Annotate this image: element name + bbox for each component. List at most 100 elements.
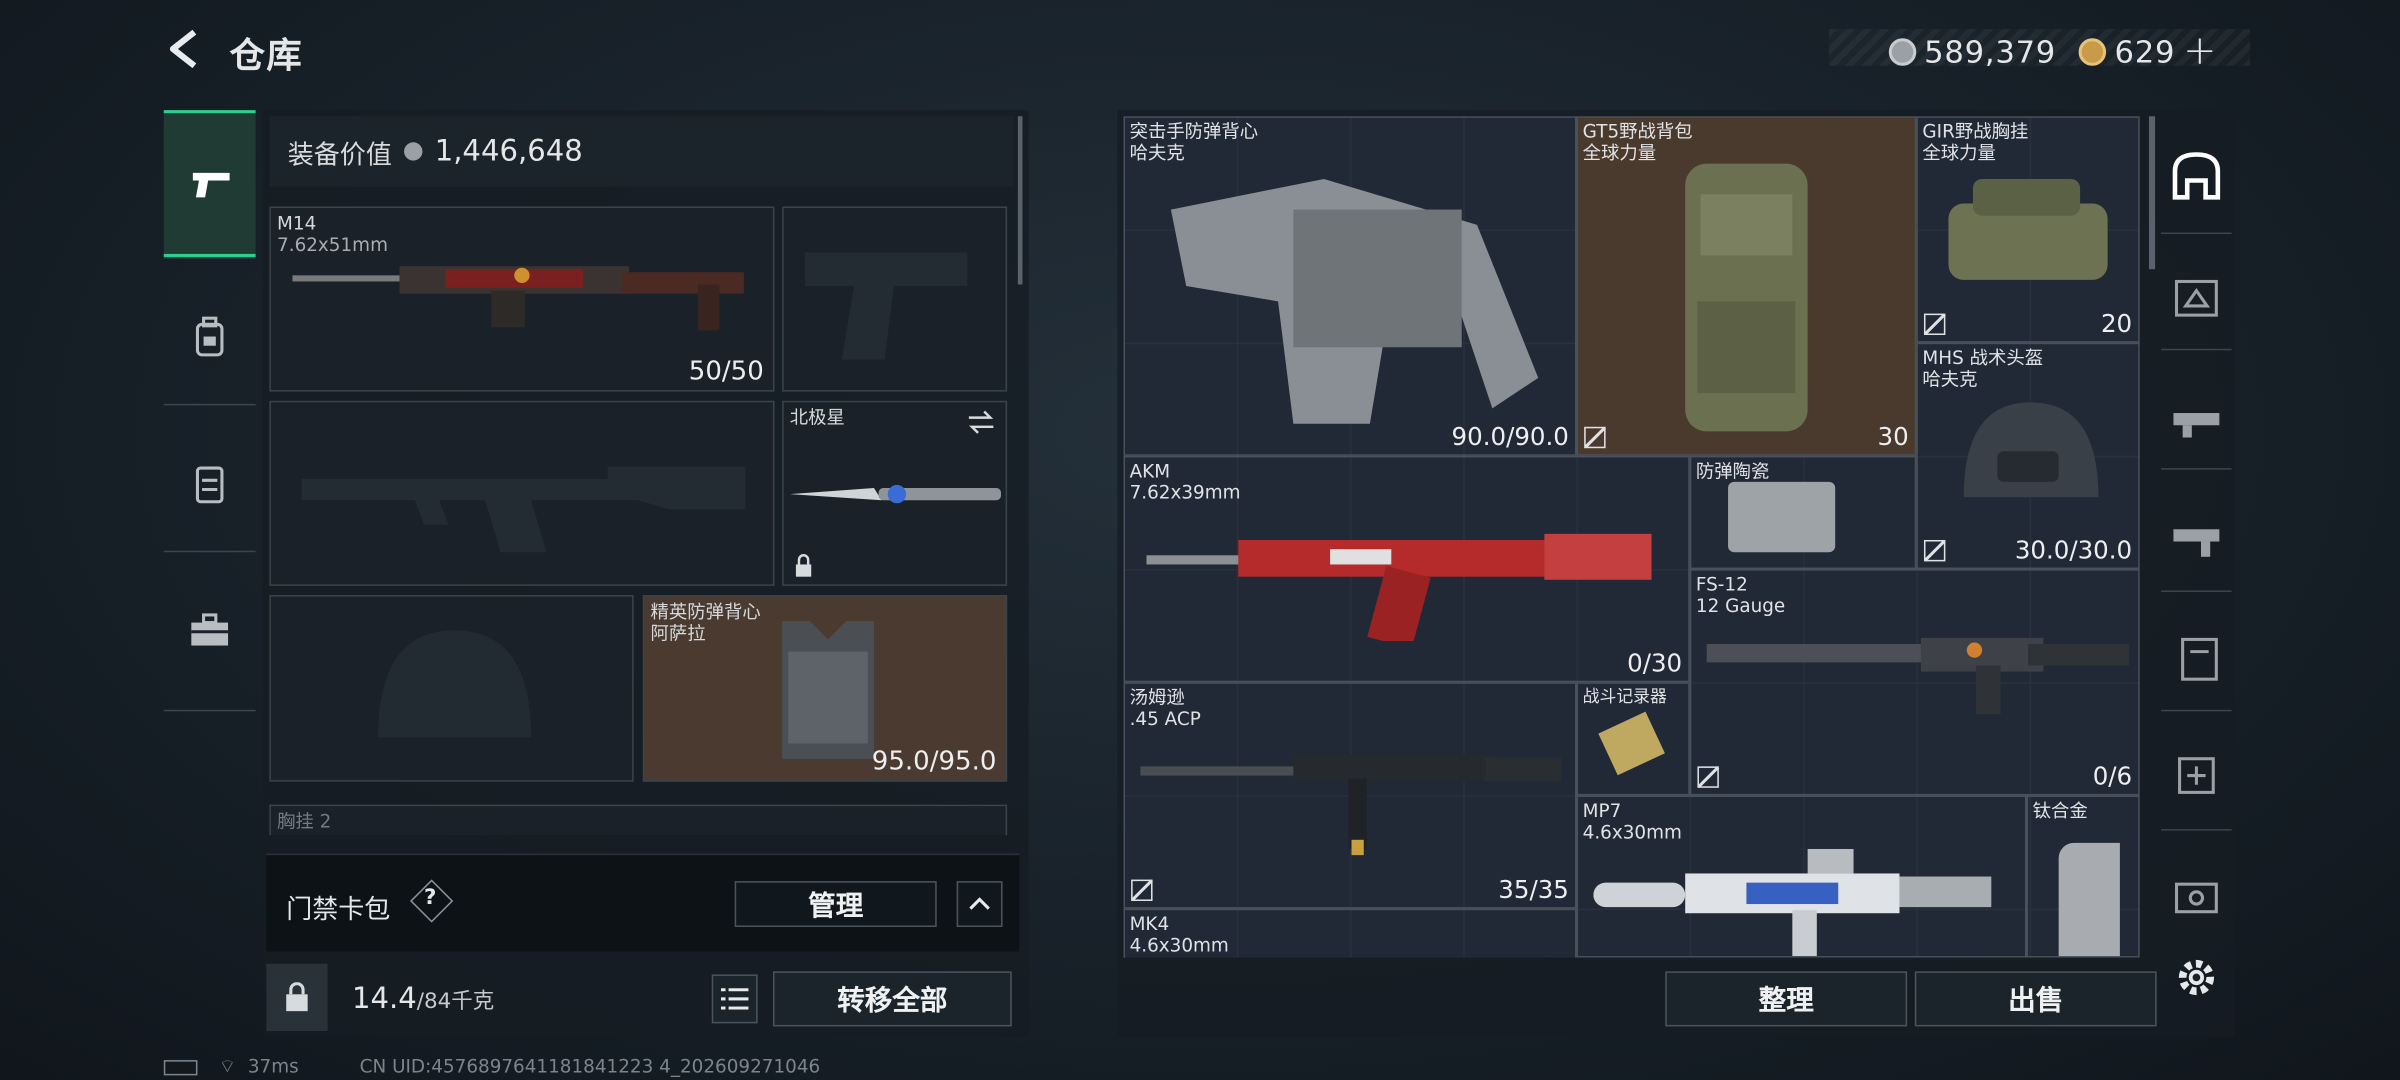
sell-button[interactable]: 出售 [1914,971,2157,1027]
item-count: 0/30 [1627,648,1683,678]
item-name: MP7 [1582,800,1622,822]
expand-button[interactable] [956,881,1003,927]
helmet-silhouette-icon [378,630,532,738]
stash-item[interactable]: GT5野战背包 全球力量 30 [1576,116,1917,456]
item-name: 钛合金 [2032,800,2088,822]
stash-item[interactable]: GIR野战胸挂 全球力量 20 [1916,116,2140,343]
tab-vest[interactable] [164,410,256,557]
tab-backpack[interactable] [164,263,256,410]
tab-case[interactable] [164,557,256,704]
weight-max: /84千克 [416,989,495,1015]
no-insure-icon [1584,426,1606,449]
primary-weapon-slot[interactable]: M14 7.62x51mm 50/50 [269,206,775,392]
chest-rig-slot[interactable]: 胸挂 2 [269,804,1008,836]
item-brand: .45 ACP [1129,708,1201,730]
item-count: 20 [2100,308,2133,339]
thompson-smg-image [1140,754,1562,856]
back-arrow-icon[interactable] [161,24,210,73]
sort-button[interactable]: 整理 [1665,971,1908,1027]
gold-amount: 629 [2114,33,2176,71]
equip-value: 1,446,648 [434,134,583,169]
stash-page-7-icon[interactable] [2170,869,2222,921]
sidearm-slot[interactable] [782,206,1008,392]
swap-icon[interactable] [966,408,997,436]
weapon-name: M14 [277,212,317,235]
item-name: 汤姆逊 [1129,686,1185,709]
equipment-value-bar: 装备价值 1,446,648 [269,116,1014,187]
stash-item[interactable]: 战斗记录器 [1576,682,1690,796]
ceramic-plate-image [1728,481,1836,553]
stash-item[interactable]: MHS 战术头盔 哈夫克 30.0/30.0 [1916,342,2140,570]
stash-item[interactable]: 钛合金 [2026,795,2140,958]
item-count: 90.0/90.0 [1451,422,1569,452]
keycard-pack-label: 门禁卡包 [286,894,391,926]
list-view-button[interactable] [711,974,758,1024]
stash-item[interactable]: 汤姆逊 .45 ACP 35/35 [1123,682,1577,909]
helmet-slot[interactable] [269,595,634,782]
akm-rifle-image [1146,533,1652,641]
no-insure-icon [1131,879,1153,901]
item-name: AKM [1129,460,1171,482]
transfer-all-button[interactable]: 转移全部 [772,971,1012,1027]
stash-item[interactable]: MP7 4.6x30mm [1576,795,2027,958]
rifle-silhouette-icon [301,466,746,553]
item-name: 防弹陶瓷 [1695,460,1770,482]
pistol-silhouette-icon [805,252,968,360]
item-brand: 全球力量 [1922,142,1996,164]
melee-slot[interactable]: 北极星 [782,400,1008,586]
titanium-plate-image [2058,842,2120,957]
manage-button[interactable]: 管理 [734,881,937,927]
stash-item[interactable]: 防弹陶瓷 [1689,455,1917,570]
stash-item[interactable]: FS-12 12 Gauge 0/6 [1689,569,2140,796]
item-count: 35/35 [1498,874,1569,905]
stash-item[interactable]: MK4 4.6x30mm [1123,908,1577,958]
item-name: 战斗记录器 [1582,686,1667,707]
secondary-weapon-slot[interactable] [269,400,775,586]
tab-weapons[interactable] [163,110,256,257]
stash-home-icon[interactable] [2170,150,2222,202]
item-count: 0/6 [2092,761,2133,791]
briefcase-icon [191,613,229,646]
wifi-icon: ⌔ [218,1055,236,1077]
armor-durability: 95.0/95.0 [871,746,997,778]
stash-item[interactable]: 突击手防弹背心 哈夫克 90.0/90.0 [1123,116,1577,456]
item-brand: 哈夫克 [1129,142,1185,164]
add-currency-button[interactable]: + [2183,29,2217,75]
no-insure-icon [1923,313,1946,336]
coin-icon [1888,38,1917,66]
item-brand: 12 Gauge [1695,595,1786,617]
uid-text: CN UID:4576897641181841223 4_20260927104… [359,1055,821,1077]
stash-page-2-icon[interactable] [2170,269,2222,321]
ammo-count: 50/50 [688,356,764,388]
item-name: MHS 战术头盔 [1922,347,2044,369]
stash-item[interactable]: AKM 7.62x39mm 0/30 [1123,455,1690,683]
no-insure-icon [1923,539,1946,562]
m14-rifle-image [292,266,744,331]
coin-amount: 589,379 [1924,33,2057,71]
item-name: MK4 [1129,913,1170,935]
stash-page-4-icon[interactable] [2170,511,2222,563]
stash-page-6-icon[interactable] [2170,750,2222,802]
gold-coin-icon [2079,38,2107,66]
keycard-pack-bar: 门禁卡包 ? 管理 [266,853,1020,952]
carry-weight: 14.4/84千克 [352,982,494,1016]
list-icon [720,988,749,1010]
stash-scrollbar[interactable] [2148,116,2156,270]
mp7-smg-image [1593,848,1992,957]
weight-lock-button[interactable] [266,963,328,1032]
stash-page-3-icon[interactable] [2170,392,2222,444]
settings-gear-icon[interactable] [2173,955,2219,1001]
recorder-image [1598,711,1665,776]
backpack-icon [195,316,224,357]
vest-icon [195,466,224,504]
armor-slot[interactable]: 精英防弹背心 阿萨拉 95.0/95.0 [642,595,1008,782]
currency-display: 589,379 629 + [1888,29,2217,75]
no-insure-icon [1697,766,1719,788]
ping-text: 37ms [247,1055,299,1077]
pistol-icon [192,172,230,198]
left-scrollbar[interactable] [1017,116,1023,285]
stash-page-5-icon[interactable] [2170,630,2222,682]
weight-icon [286,982,308,1012]
item-name: 突击手防弹背心 [1129,120,1259,143]
item-count: 30.0/30.0 [2014,535,2133,565]
